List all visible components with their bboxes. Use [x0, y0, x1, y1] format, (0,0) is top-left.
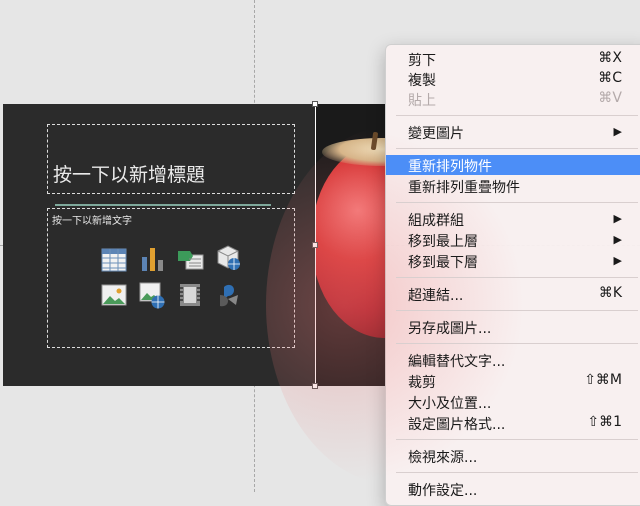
- menu-item-shortcut: ⌘X: [598, 50, 622, 66]
- menu-item-label: 另存成圖片...: [408, 321, 492, 337]
- menu-item-crop[interactable]: 裁剪 ⇧⌘M: [386, 371, 640, 391]
- menu-item-label: 變更圖片: [408, 126, 464, 142]
- menu-item-shortcut: ⇧⌘1: [587, 414, 622, 430]
- menu-item-label: 大小及位置...: [408, 396, 492, 412]
- menu-separator: [396, 277, 638, 278]
- menu-separator: [396, 310, 638, 311]
- menu-item-label: 組成群組: [408, 213, 464, 229]
- icons-icon[interactable]: [214, 281, 242, 309]
- menu-item-cut[interactable]: 剪下 ⌘X: [386, 49, 640, 69]
- menu-item-save-as-picture[interactable]: 另存成圖片...: [386, 317, 640, 337]
- chart-icon[interactable]: [138, 245, 166, 273]
- menu-item-reorder-objects[interactable]: 重新排列物件: [386, 155, 640, 175]
- menu-item-reorder-overlapping[interactable]: 重新排列重疊物件: [386, 176, 640, 196]
- menu-item-label: 設定圖片格式...: [408, 417, 506, 433]
- menu-item-shortcut: ⌘V: [598, 90, 622, 106]
- menu-item-label: 移到最上層: [408, 234, 478, 250]
- menu-item-action-settings[interactable]: 動作設定...: [386, 479, 640, 499]
- table-icon[interactable]: [100, 245, 128, 273]
- menu-item-label: 超連結...: [408, 288, 464, 304]
- submenu-arrow-icon: ▶: [613, 125, 622, 138]
- menu-item-bring-to-front[interactable]: 移到最上層 ▶: [386, 230, 640, 250]
- menu-item-label: 重新排列物件: [408, 159, 492, 175]
- menu-item-label: 動作設定...: [408, 483, 478, 499]
- menu-item-edit-alt-text[interactable]: 編輯替代文字...: [386, 350, 640, 370]
- menu-item-hyperlink[interactable]: 超連結... ⌘K: [386, 284, 640, 304]
- body-placeholder[interactable]: 按一下以新增文字: [47, 208, 295, 348]
- menu-separator: [396, 148, 638, 149]
- smartart-icon[interactable]: [176, 245, 204, 273]
- apple-body: [316, 142, 386, 338]
- menu-item-view-source[interactable]: 檢視來源...: [386, 446, 640, 466]
- title-placeholder-text: 按一下以新增標題: [53, 164, 206, 186]
- video-icon[interactable]: [176, 281, 204, 309]
- slide-canvas[interactable]: 按一下以新增標題 按一下以新增文字: [3, 104, 315, 386]
- resize-handle-top-left[interactable]: [312, 101, 318, 107]
- context-menu: 剪下 ⌘X 複製 ⌘C 貼上 ⌘V 變更圖片 ▶ 重新排列物件 重新排列重疊物件…: [266, 44, 640, 506]
- menu-item-label: 裁剪: [408, 375, 436, 391]
- title-underline: [55, 204, 271, 206]
- resize-handle-middle-left[interactable]: [312, 242, 318, 248]
- submenu-arrow-icon: ▶: [613, 254, 622, 267]
- menu-item-label: 編輯替代文字...: [408, 354, 506, 370]
- menu-item-label: 檢視來源...: [408, 450, 478, 466]
- body-placeholder-text: 按一下以新增文字: [52, 216, 132, 227]
- 3d-model-icon[interactable]: [214, 243, 242, 271]
- title-placeholder[interactable]: 按一下以新增標題: [47, 124, 295, 194]
- menu-item-send-to-back[interactable]: 移到最下層 ▶: [386, 251, 640, 271]
- menu-item-format-picture[interactable]: 設定圖片格式... ⇧⌘1: [386, 413, 640, 433]
- menu-separator: [396, 343, 638, 344]
- menu-item-label: 剪下: [408, 53, 436, 69]
- apple-picture[interactable]: [316, 104, 386, 386]
- menu-separator: [396, 439, 638, 440]
- menu-item-label: 貼上: [408, 93, 436, 109]
- menu-separator: [396, 115, 638, 116]
- menu-item-label: 重新排列重疊物件: [408, 180, 520, 196]
- menu-item-label: 移到最下層: [408, 255, 478, 271]
- picture-icon[interactable]: [100, 281, 128, 309]
- menu-separator: [396, 202, 638, 203]
- menu-item-shortcut: ⇧⌘M: [584, 372, 622, 388]
- menu-separator: [396, 472, 638, 473]
- menu-item-shortcut: ⌘C: [598, 70, 622, 86]
- resize-handle-bottom-left[interactable]: [312, 383, 318, 389]
- menu-item-size-position[interactable]: 大小及位置...: [386, 392, 640, 412]
- menu-item-paste: 貼上 ⌘V: [386, 89, 640, 109]
- menu-item-copy[interactable]: 複製 ⌘C: [386, 69, 640, 89]
- online-picture-icon[interactable]: [138, 281, 166, 309]
- submenu-arrow-icon: ▶: [613, 212, 622, 225]
- menu-item-group[interactable]: 組成群組 ▶: [386, 209, 640, 229]
- menu-item-shortcut: ⌘K: [598, 285, 622, 301]
- menu-item-change-picture[interactable]: 變更圖片 ▶: [386, 122, 640, 142]
- menu-item-label: 複製: [408, 73, 436, 89]
- submenu-arrow-icon: ▶: [613, 233, 622, 246]
